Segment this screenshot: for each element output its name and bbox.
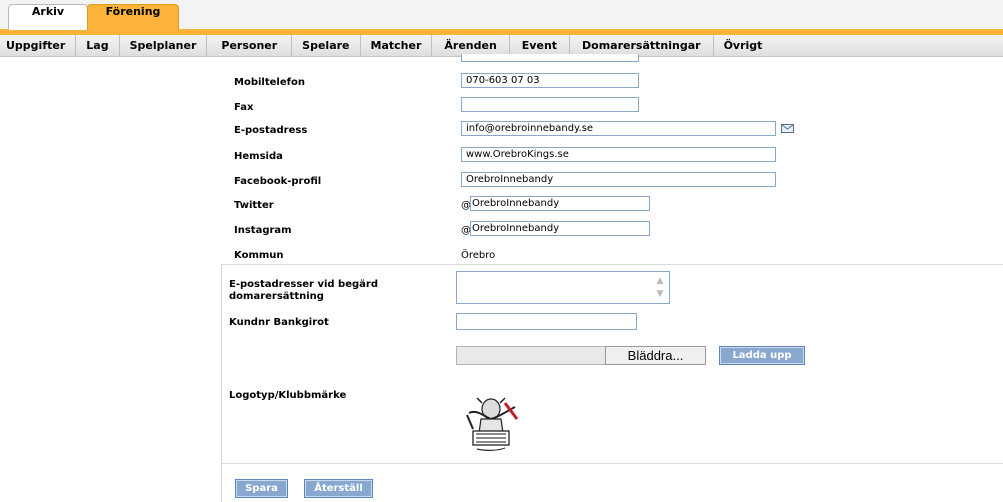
save-button[interactable]: Spara bbox=[235, 479, 288, 498]
domar-epost-textarea[interactable]: ▲ ▼ bbox=[456, 271, 670, 304]
facebook-input[interactable]: OrebroInnebandy bbox=[461, 172, 776, 187]
nav-ovrigt[interactable]: Övrigt bbox=[714, 35, 773, 56]
domar-epost-label-2: domarersättning bbox=[229, 291, 324, 302]
nav-uppgifter[interactable]: Uppgifter bbox=[0, 35, 77, 56]
mobiltelefon-input[interactable]: 070-603 07 03 bbox=[461, 73, 639, 88]
bankgiro-input[interactable] bbox=[456, 313, 637, 330]
nav-lag[interactable]: Lag bbox=[76, 35, 120, 56]
reset-button[interactable]: Återställ bbox=[304, 479, 373, 498]
epost-label: E-postadress bbox=[234, 125, 308, 136]
logo-label: Logotyp/Klubbmärke bbox=[229, 390, 347, 401]
domar-epost-label-1: E-postadresser vid begärd bbox=[229, 279, 378, 290]
kommun-label: Kommun bbox=[234, 250, 284, 261]
section-divider bbox=[221, 264, 1003, 265]
kommun-value: Örebro bbox=[461, 250, 496, 261]
content-left-border bbox=[221, 264, 222, 502]
tab-arkiv-label: Arkiv bbox=[31, 5, 65, 18]
hemsida-label: Hemsida bbox=[234, 151, 283, 162]
bottom-divider bbox=[221, 463, 1003, 464]
upload-button[interactable]: Ladda upp bbox=[719, 346, 805, 365]
tab-arkiv[interactable]: Arkiv bbox=[8, 4, 88, 30]
nav-personer[interactable]: Personer bbox=[207, 35, 293, 56]
instagram-input[interactable]: OrebroInnebandy bbox=[470, 221, 650, 236]
scroll-up-icon[interactable]: ▲ bbox=[653, 274, 667, 288]
browse-button[interactable]: Bläddra... bbox=[605, 346, 706, 365]
club-logo-image bbox=[466, 397, 519, 451]
nav-domarersattningar[interactable]: Domarersättningar bbox=[570, 35, 714, 56]
twitter-label: Twitter bbox=[234, 200, 274, 211]
nav-event[interactable]: Event bbox=[510, 35, 571, 56]
hemsida-input[interactable]: www.OrebroKings.se bbox=[461, 147, 776, 162]
cut-off-field[interactable] bbox=[461, 54, 639, 62]
envelope-icon[interactable] bbox=[781, 124, 794, 133]
instagram-label: Instagram bbox=[234, 225, 292, 236]
bankgiro-label: Kundnr Bankgirot bbox=[229, 317, 329, 328]
fax-label: Fax bbox=[234, 102, 254, 113]
fax-input[interactable] bbox=[461, 97, 639, 112]
nav-arenden[interactable]: Ärenden bbox=[432, 35, 510, 56]
facebook-label: Facebook-profil bbox=[234, 176, 322, 187]
twitter-input[interactable]: OrebroInnebandy bbox=[470, 196, 650, 211]
scroll-down-icon[interactable]: ▼ bbox=[653, 287, 667, 301]
nav-spelare[interactable]: Spelare bbox=[292, 35, 361, 56]
nav-matcher[interactable]: Matcher bbox=[361, 35, 433, 56]
top-tab-bar: Arkiv Förening bbox=[0, 0, 1003, 35]
mobiltelefon-label: Mobiltelefon bbox=[234, 77, 305, 88]
epost-input[interactable]: info@orebroinnebandy.se bbox=[461, 121, 776, 136]
tab-forening-label: Förening bbox=[105, 5, 161, 18]
nav-spelplaner[interactable]: Spelplaner bbox=[120, 35, 208, 56]
tab-forening[interactable]: Förening bbox=[87, 4, 179, 30]
